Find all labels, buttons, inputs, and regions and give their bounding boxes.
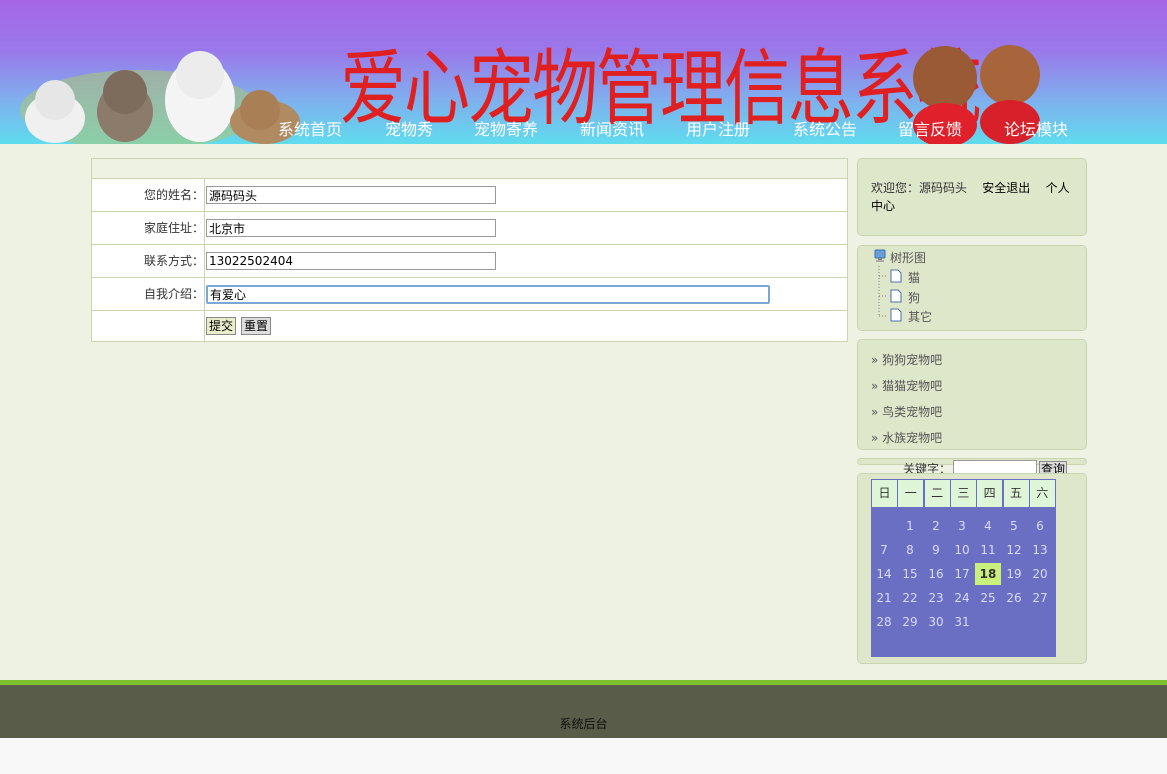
calendar-day[interactable]: 9 [923, 539, 949, 561]
calendar-day[interactable]: 23 [923, 587, 949, 609]
calendar-day[interactable]: 2 [923, 515, 949, 537]
calendar-day[interactable]: 28 [871, 611, 897, 633]
forum-link-cat[interactable]: » 猫猫宠物吧 [871, 377, 942, 394]
calendar-day[interactable]: 27 [1027, 587, 1053, 609]
calendar-day[interactable]: 26 [1001, 587, 1027, 609]
calendar-day[interactable]: 5 [1001, 515, 1027, 537]
address-label: 家庭住址： [92, 212, 205, 244]
kittens-banner-image [20, 51, 300, 144]
name-input[interactable] [206, 186, 496, 204]
calendar-day[interactable]: 6 [1027, 515, 1053, 537]
calendar-day[interactable]: 4 [975, 515, 1001, 537]
calendar-day[interactable]: 7 [871, 539, 897, 561]
main-area: 您的姓名： 家庭住址： 联系方式： 自我介绍： 提交重置 欢迎您：源码码头 安全… [0, 144, 1167, 680]
forum-link-aquatic[interactable]: » 水族宠物吧 [871, 429, 942, 446]
calendar-day[interactable]: 13 [1027, 539, 1053, 561]
forum-link-dog[interactable]: » 狗狗宠物吧 [871, 351, 942, 368]
nav-home[interactable]: 系统首页 [278, 116, 342, 140]
admin-link[interactable]: 系统后台 [0, 715, 1167, 732]
contact-input[interactable] [206, 252, 496, 270]
weekday-3: 三 [949, 479, 977, 508]
calendar-day[interactable]: 1 [897, 515, 923, 537]
calendar-weekdays: 日一二三四五六 [871, 479, 1056, 508]
calendar-day[interactable]: 16 [923, 563, 949, 585]
welcome-box: 欢迎您：源码码头 安全退出 个人中心 [857, 158, 1087, 236]
calendar-day-today[interactable]: 18 [975, 563, 1001, 585]
document-icon [890, 289, 902, 303]
reset-button[interactable]: 重置 [241, 317, 272, 335]
calendar-day[interactable]: 15 [897, 563, 923, 585]
weekday-1: 一 [897, 479, 925, 508]
nav-register[interactable]: 用户注册 [686, 116, 750, 140]
calendar-day[interactable]: 14 [871, 563, 897, 585]
calendar-day[interactable]: 12 [1001, 539, 1027, 561]
form-row-intro: 自我介绍： [92, 278, 847, 311]
actions-label-cell [92, 311, 205, 343]
calendar-day[interactable]: 3 [949, 515, 975, 537]
tree-root-icon [874, 249, 886, 262]
nav-news[interactable]: 新闻资讯 [580, 116, 644, 140]
category-tree: 树形图 猫 狗 其它 [857, 245, 1087, 331]
nav-forum[interactable]: 论坛模块 [1004, 116, 1068, 140]
calendar-day[interactable]: 17 [949, 563, 975, 585]
site-footer: 系统后台 [0, 685, 1167, 738]
nav-pet-boarding[interactable]: 宠物寄养 [474, 116, 538, 140]
weekday-2: 二 [923, 479, 951, 508]
forum-links-box: » 狗狗宠物吧 » 猫猫宠物吧 » 鸟类宠物吧 » 水族宠物吧 [857, 339, 1087, 450]
calendar-day[interactable]: 10 [949, 539, 975, 561]
calendar-day[interactable]: 21 [871, 587, 897, 609]
form-row-actions: 提交 重置 [92, 311, 847, 343]
form-row-contact: 联系方式： [92, 245, 847, 278]
calendar-day[interactable]: 19 [1001, 563, 1027, 585]
weekday-5: 五 [1002, 479, 1030, 508]
name-label: 您的姓名： [92, 179, 205, 211]
weekday-4: 四 [976, 479, 1004, 508]
form-row-address: 家庭住址： [92, 212, 847, 245]
calendar-day[interactable]: 24 [949, 587, 975, 609]
submit-button[interactable]: 提交 [206, 317, 237, 335]
form-row-name: 您的姓名： [92, 179, 847, 212]
profile-form: 您的姓名： 家庭住址： 联系方式： 自我介绍： 提交重置 [91, 158, 848, 343]
site-header: 爱心宠物管理信息系统 系统首页 宠物秀 宠物寄养 新闻资讯 用户注册 系统公告 … [0, 0, 1167, 144]
forum-link-bird[interactable]: » 鸟类宠物吧 [871, 403, 942, 420]
calendar-day[interactable]: 29 [897, 611, 923, 633]
form-header [92, 159, 847, 179]
document-icon [890, 269, 902, 283]
contact-label: 联系方式： [92, 245, 205, 277]
calendar-day[interactable]: 30 [923, 611, 949, 633]
calendar: 日一二三四五六 1 2 3 4 5 6 7 8 9 10 11 12 13 14 15 16 17 18 19 20 2… [871, 479, 1056, 657]
weekday-6: 六 [1028, 479, 1056, 508]
document-icon [890, 308, 902, 322]
tree-item-other[interactable]: 其它 [908, 308, 932, 325]
tree-item-cat[interactable]: 猫 [908, 269, 920, 286]
calendar-day[interactable]: 8 [897, 539, 923, 561]
weekday-0: 日 [871, 479, 898, 508]
calendar-day[interactable]: 25 [975, 587, 1001, 609]
calendar-day[interactable]: 20 [1027, 563, 1053, 585]
tree-item-dog[interactable]: 狗 [908, 289, 920, 306]
tree-root[interactable]: 树形图 [890, 249, 926, 266]
welcome-text: 欢迎您：源码码头 [871, 181, 968, 195]
address-input[interactable] [206, 219, 496, 237]
nav-pet-show[interactable]: 宠物秀 [385, 116, 433, 140]
nav-feedback[interactable]: 留言反馈 [898, 116, 962, 140]
intro-input[interactable] [206, 285, 770, 304]
nav-announcements[interactable]: 系统公告 [793, 116, 857, 140]
calendar-day[interactable]: 11 [975, 539, 1001, 561]
logout-link[interactable]: 安全退出 [982, 181, 1030, 195]
calendar-day[interactable]: 31 [949, 611, 975, 633]
calendar-day[interactable]: 22 [897, 587, 923, 609]
intro-label: 自我介绍： [92, 278, 205, 310]
